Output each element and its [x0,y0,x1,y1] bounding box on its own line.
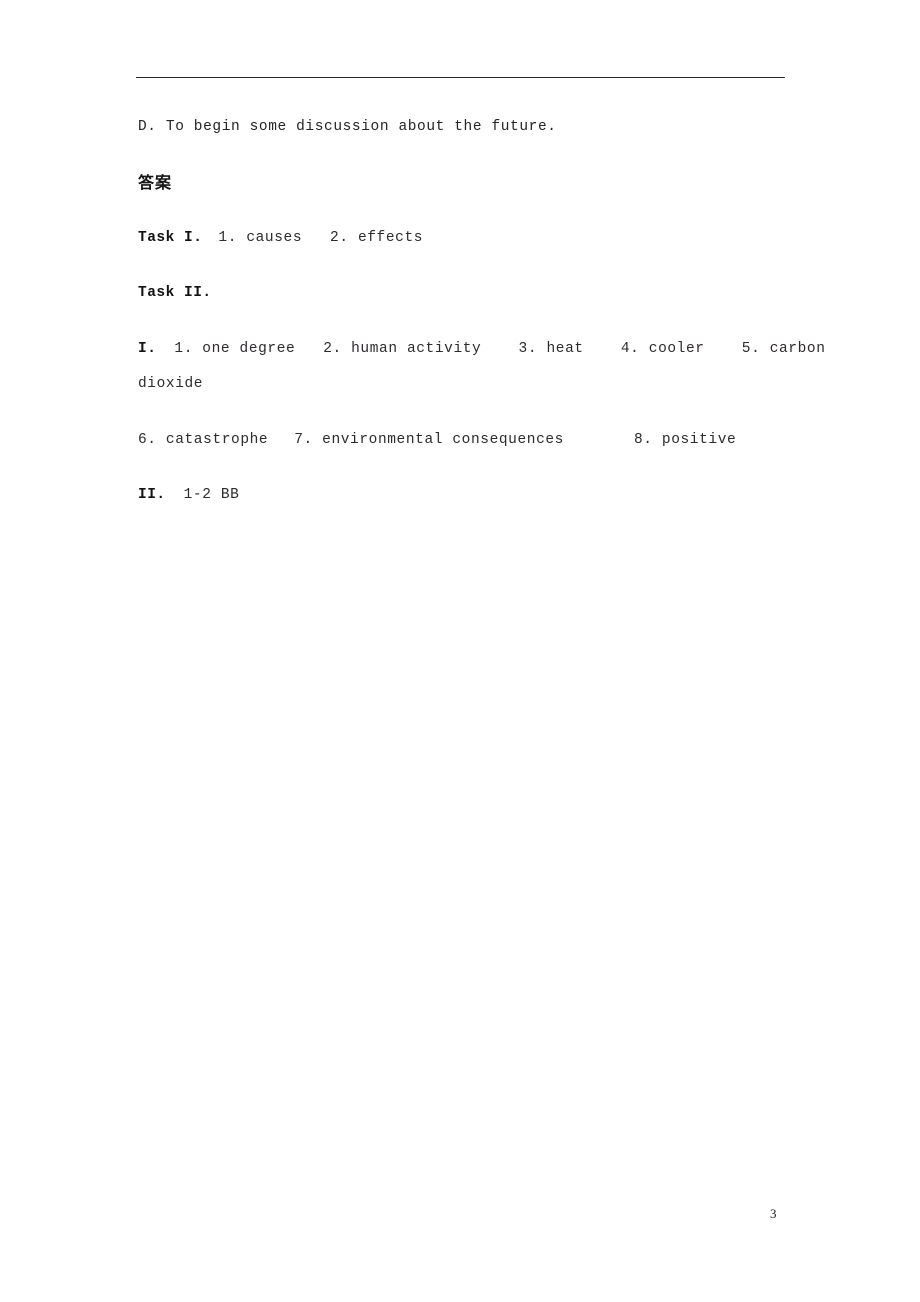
section-one-answer-six: 6. catastrophe [138,431,269,448]
section-one-answers-line-2: dioxide [138,376,204,392]
section-two-label: II. [138,487,166,503]
document-body: D. To begin some discussion about the fu… [138,112,825,503]
task-one-label: Task I. [138,229,203,246]
task-one-row: Task I. 1. causes 2. effects [138,229,798,246]
document-page: D. To begin some discussion about the fu… [0,0,920,1302]
section-two-row: II. 1-2 BB [138,488,798,503]
section-one-answers-row-3: 6. catastrophe 7. environmental consequen… [138,431,798,448]
section-one-label: I. [138,340,157,357]
page-number: 3 [770,1206,777,1221]
section-one-answers-line-1: 1. one degree 2. human activity 3. heat … [174,340,826,357]
answer-section-heading: 答案 [138,172,173,192]
option-d-text: D. To begin some discussion about the fu… [138,119,557,135]
section-one-row: I. 1. one degree 2. human activity 3. hea… [138,340,825,357]
section-one-answer-eight: 8. positive [633,431,737,448]
task-two-label: Task II. [138,285,212,301]
section-one-answer-seven: 7. environmental consequences [294,431,564,448]
header-divider [136,77,785,78]
section-two-answers: 1-2 BB [183,487,240,503]
task-two-row: Task II. [138,286,798,301]
task-one-answers: 1. causes 2. effects [218,229,424,246]
